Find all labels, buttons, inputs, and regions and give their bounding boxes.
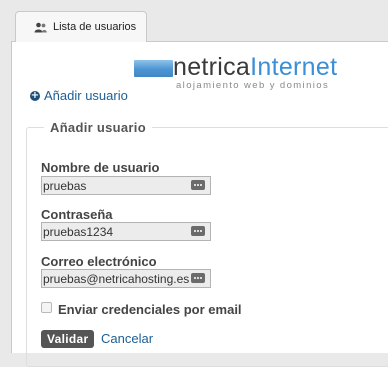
password-field[interactable]: pruebas1234 [41, 222, 211, 241]
logo-wordmark: netricaInternet [173, 53, 337, 81]
logo-part1: netrica [173, 53, 251, 81]
users-icon [34, 22, 47, 32]
validate-button[interactable]: Validar [41, 330, 95, 348]
email-field[interactable]: pruebas@netricahosting.es [41, 269, 211, 288]
password-value: pruebas1234 [43, 225, 114, 239]
add-user-label: Añadir usuario [44, 88, 128, 103]
username-field[interactable]: pruebas [41, 176, 211, 195]
netrica-logo: netricaInternet alojamiento web y domini… [134, 53, 374, 96]
logo-part2: Internet [250, 53, 338, 81]
logo-tagline: alojamiento web y dominios [176, 80, 330, 91]
username-label: Nombre de usuario [41, 160, 160, 175]
fieldset-legend: Añadir usuario [44, 120, 152, 135]
tab-label: Lista de usuarios [53, 21, 137, 33]
password-manager-icon[interactable] [191, 180, 205, 190]
password-manager-icon[interactable] [191, 226, 205, 236]
send-credentials-checkbox[interactable] [41, 302, 52, 313]
send-credentials-label: Enviar credenciales por email [58, 302, 242, 317]
plus-circle-icon: + [30, 89, 40, 101]
email-value: pruebas@netricahosting.es [43, 272, 190, 286]
email-label: Correo electrónico [41, 254, 157, 269]
logo-bar [134, 60, 173, 77]
cancel-link[interactable]: Cancelar [101, 331, 153, 346]
tab-lista-usuarios[interactable]: Lista de usuarios [15, 11, 147, 42]
username-value: pruebas [43, 179, 87, 193]
password-label: Contraseña [41, 207, 113, 222]
password-manager-icon[interactable] [191, 273, 205, 283]
add-user-link[interactable]: + Añadir usuario [30, 88, 128, 103]
